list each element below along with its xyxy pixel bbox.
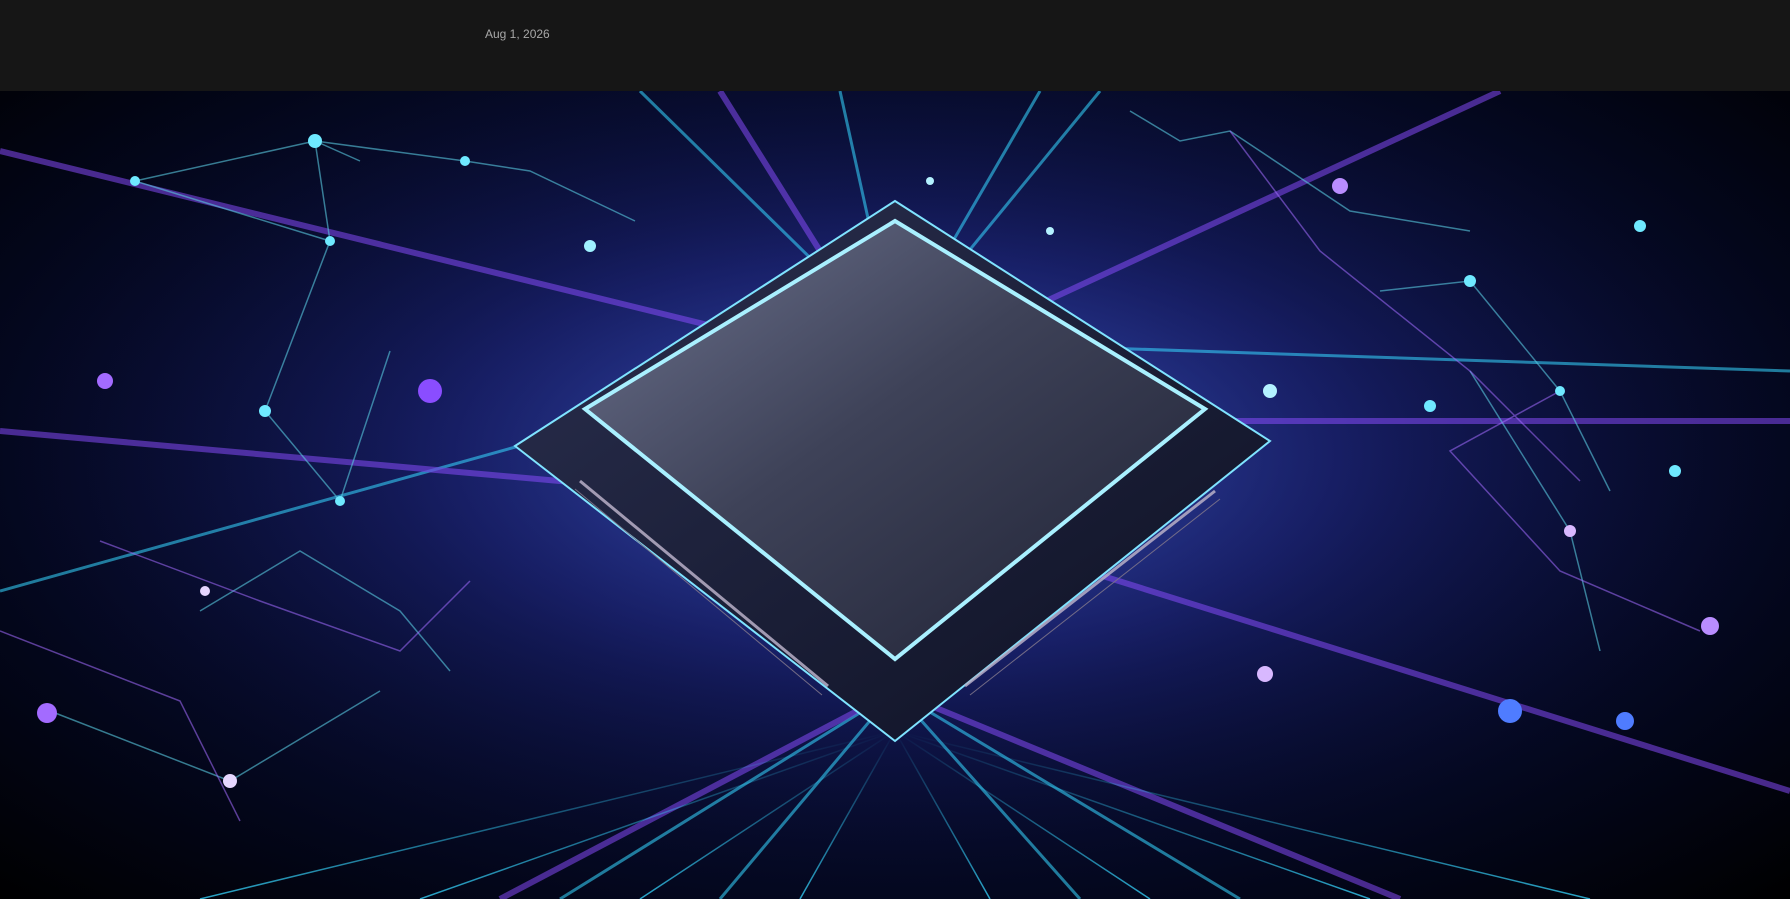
processor-chip-illustration bbox=[0, 91, 1790, 899]
hero-image bbox=[0, 91, 1790, 899]
article-header: Aug 1, 2026 bbox=[0, 0, 1790, 91]
publish-date: Aug 1, 2026 bbox=[485, 27, 550, 41]
